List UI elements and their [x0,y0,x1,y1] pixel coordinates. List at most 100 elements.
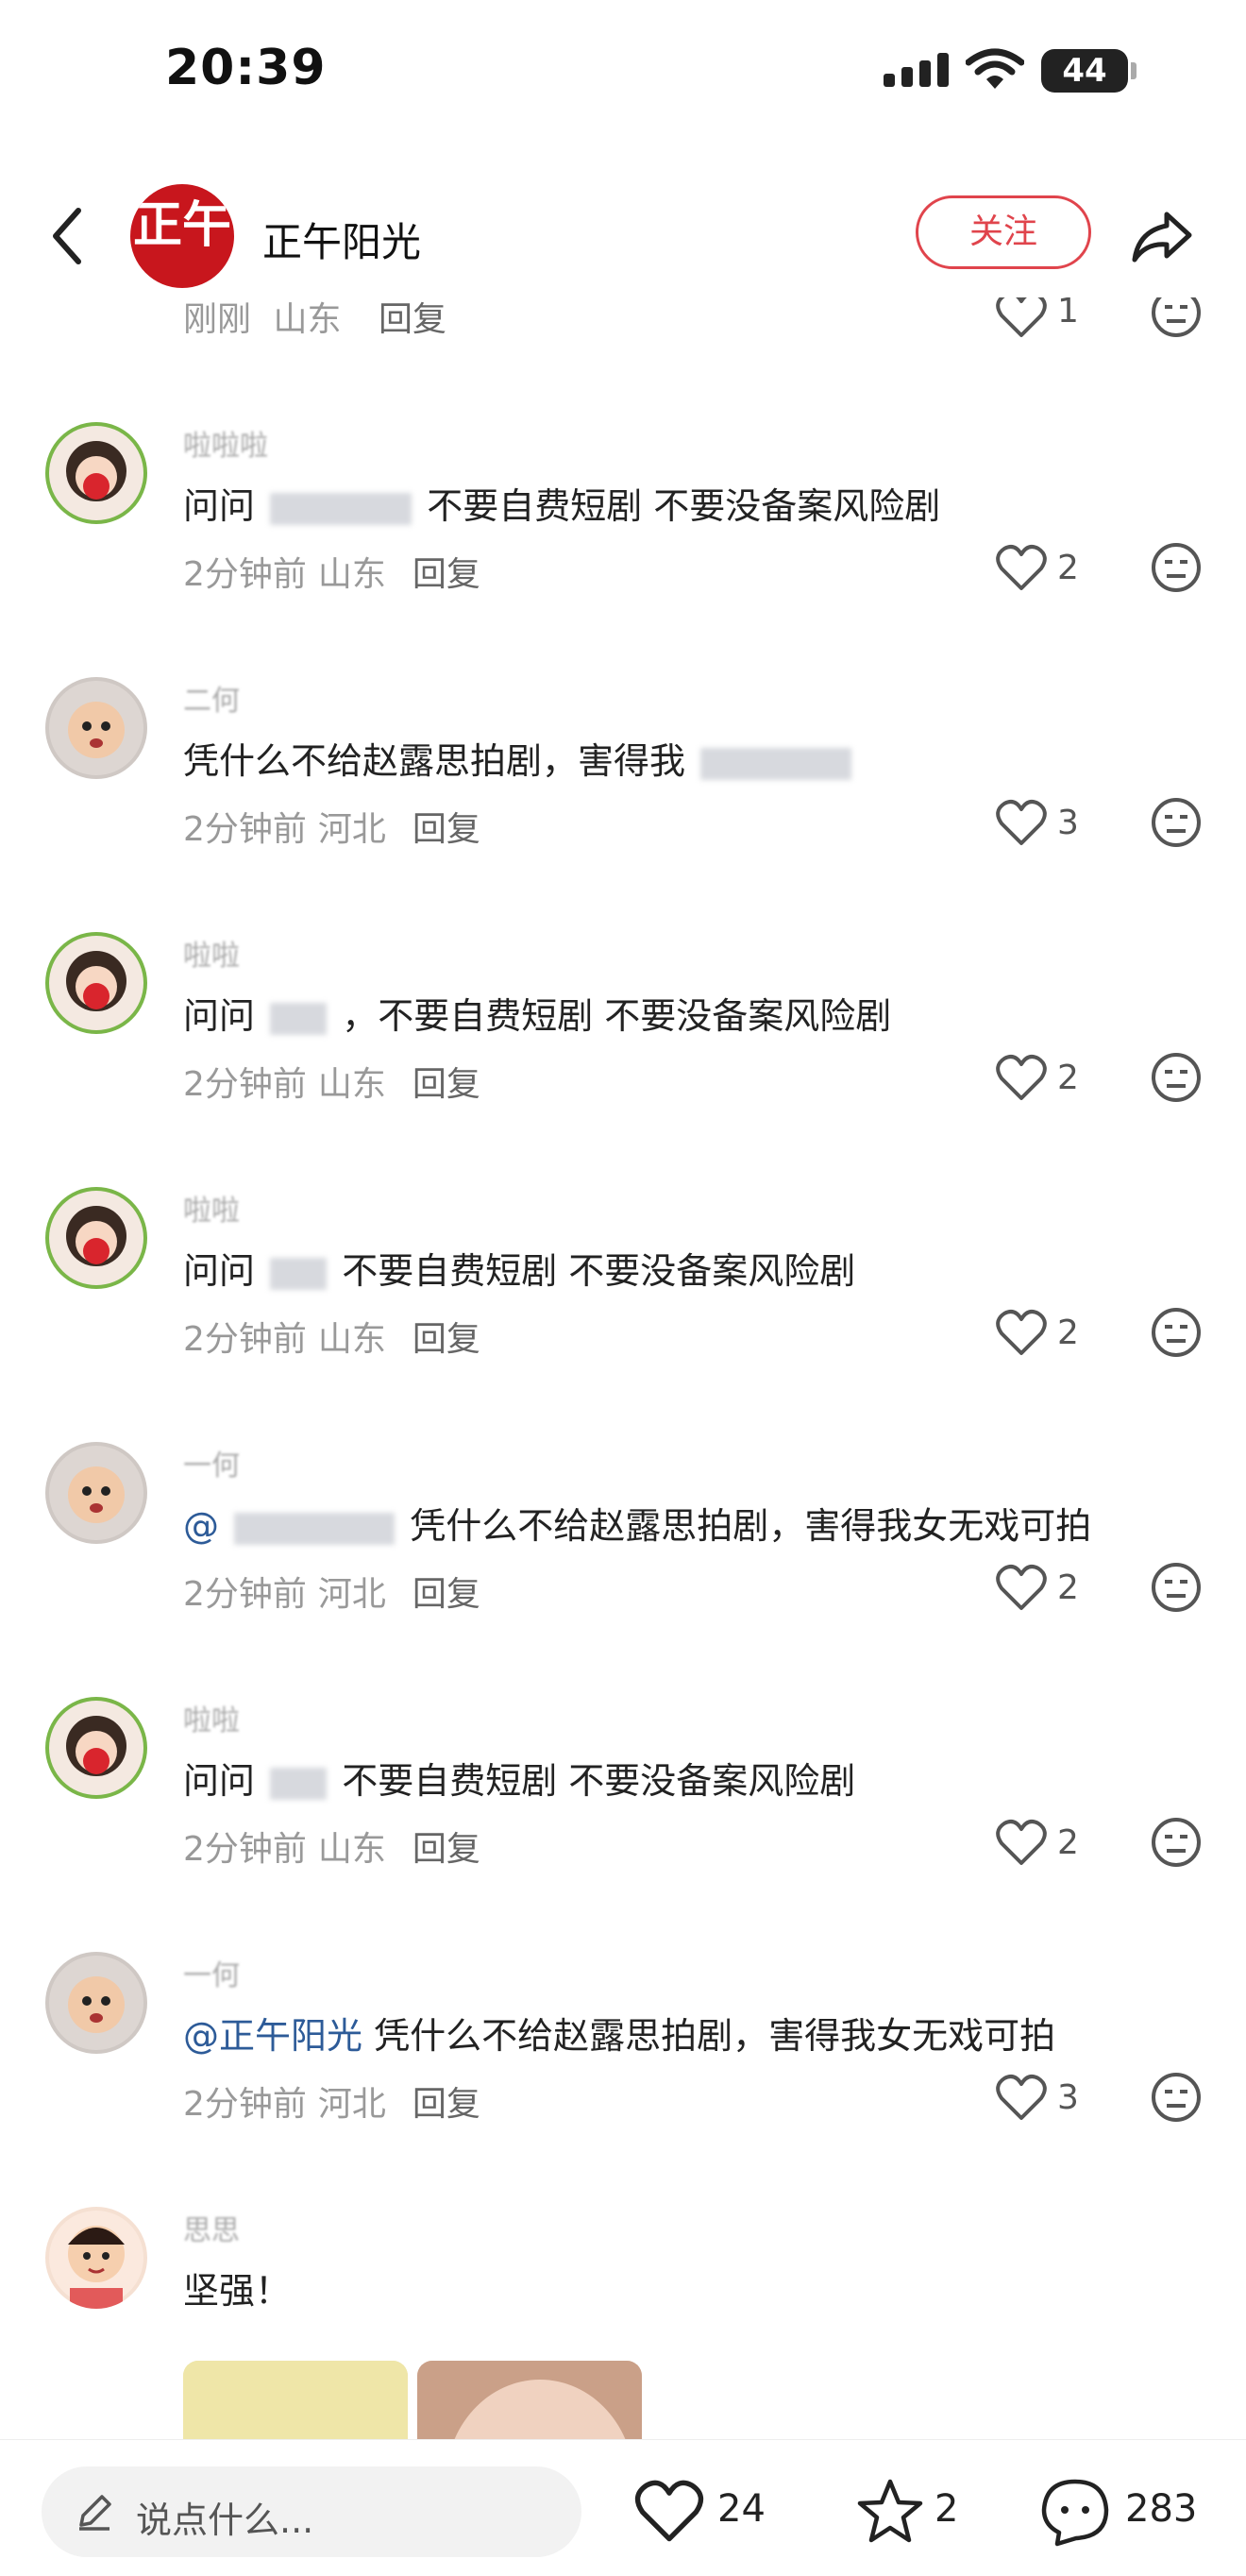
heart-icon[interactable] [995,798,1048,847]
username[interactable]: 二何 [183,677,240,719]
reply-button[interactable]: 回复 [413,555,480,594]
reply-button[interactable]: 回复 [413,1320,480,1359]
avatar[interactable] [45,422,147,524]
username[interactable]: 啦啦啦 [183,422,268,464]
pen-icon [79,2495,111,2531]
reply-button[interactable]: 回复 [413,1830,480,1869]
dislike-face-icon[interactable] [1150,1816,1203,1869]
comment-body: 凭什么不给赵露思拍剧，害得我女无戏可拍 [374,2015,1056,2057]
username[interactable]: 啦啦 [183,932,240,974]
comment-body: 不要自费短剧 不要没备案风险剧 [427,485,941,527]
heart-icon[interactable] [995,543,1048,592]
comment-item: 啦啦 问问 不要自费短剧 不要没备案风险剧 2分钟前 山东 回复 2 [0,1187,1246,1442]
heart-icon[interactable] [995,2073,1048,2122]
avatar[interactable] [45,1187,147,1289]
reply-button[interactable]: 回复 [413,2085,480,2124]
avatar[interactable] [45,677,147,779]
dislike-face-icon[interactable] [1150,2071,1203,2124]
redacted-block [270,1257,328,1290]
comment-meta: 2分钟前 河北 回复 [183,1567,480,1616]
reply-button[interactable]: 回复 [379,300,446,339]
comment-location: 河北 [317,1575,386,1614]
comment-body: ，不要自费短剧 不要没备案风险剧 [342,995,892,1037]
dislike-face-icon[interactable] [1150,1561,1203,1614]
comment-prefix: 问问 [183,1760,256,1802]
comment-time: 2分钟前 [183,555,307,594]
comment-time: 2分钟前 [183,1575,307,1614]
like-count: 2 [1057,1059,1079,1097]
heart-icon[interactable] [632,2478,706,2544]
redacted-block [700,747,852,780]
comment-location: 河北 [317,810,386,849]
comment-meta: 刚刚 山东 回复 [183,297,446,341]
status-bar: 20:39 44 [0,0,1246,142]
avatar[interactable] [45,932,147,1034]
post-header: 正午 正午阳光 关注 [0,175,1246,297]
battery-tip [1131,62,1137,79]
wifi-icon [966,48,1024,89]
comment-prefix: 问问 [183,995,256,1037]
comment-time: 刚刚 [183,300,252,339]
username[interactable]: 一何 [183,1442,240,1483]
username[interactable]: 啦啦 [183,1187,240,1229]
back-icon[interactable] [42,203,99,269]
heart-icon[interactable] [995,1563,1048,1612]
chat-icon[interactable] [1038,2476,1112,2548]
comment-time: 2分钟前 [183,2085,307,2124]
heart-icon[interactable] [995,1308,1048,1357]
avatar[interactable] [45,1442,147,1544]
author-avatar[interactable]: 正午 [130,184,234,288]
avatar[interactable] [45,2207,147,2309]
follow-button[interactable]: 关注 [916,195,1091,269]
comment-text: 问问 不要自费短剧 不要没备案风险剧 [183,1752,855,1804]
avatar[interactable] [45,1697,147,1799]
like-count: 2 [1057,1568,1079,1607]
comment-meta: 2分钟前 山东 回复 [183,1312,480,1361]
author-name[interactable]: 正午阳光 [262,211,421,268]
username[interactable]: 啦啦 [183,1697,240,1738]
heart-icon[interactable] [995,1818,1048,1867]
comment-body: 凭什么不给赵露思拍剧，害得我 [183,740,686,782]
comment-item: 二何 凭什么不给赵露思拍剧，害得我 2分钟前 河北 回复 3 [0,677,1246,932]
like-count: 2 [1057,1823,1079,1862]
comment-meta: 2分钟前 河北 回复 [183,2076,480,2126]
dislike-face-icon[interactable] [1150,297,1203,339]
share-icon[interactable] [1129,203,1195,269]
reply-button[interactable]: 回复 [413,1065,480,1104]
username[interactable]: 思思 [183,2207,240,2248]
mention-link[interactable]: @正午阳光 [183,2015,362,2057]
comment-body: 不要自费短剧 不要没备案风险剧 [342,1760,856,1802]
dislike-face-icon[interactable] [1150,541,1203,594]
dislike-face-icon[interactable] [1150,1051,1203,1104]
comment-item: 一何 @ 凭什么不给赵露思拍剧，害得我女无戏可拍 2分钟前 河北 回复 2 [0,1442,1246,1697]
comment-item: 啦啦啦 问问 不要自费短剧 不要没备案风险剧 2分钟前 山东 回复 2 [0,422,1246,677]
reply-button[interactable]: 回复 [413,1575,480,1614]
comment-text: 问问 ，不要自费短剧 不要没备案风险剧 [183,987,891,1039]
like-count: 2 [1057,549,1079,587]
battery-indicator: 44 [1041,49,1128,93]
comment-input[interactable]: 说点什么... [42,2466,581,2557]
avatar[interactable] [45,1952,147,2054]
reply-button[interactable]: 回复 [413,810,480,849]
comment-meta: 2分钟前 山东 回复 [183,1057,480,1106]
comment-item: 啦啦 问问 ，不要自费短剧 不要没备案风险剧 2分钟前 山东 回复 2 [0,932,1246,1187]
redacted-block [270,1767,328,1800]
heart-icon[interactable] [995,1053,1048,1102]
dislike-face-icon[interactable] [1150,1306,1203,1359]
comment-prefix: 问问 [183,1250,256,1292]
mention-link[interactable]: @ [183,1505,219,1547]
heart-icon[interactable] [995,297,1048,339]
username[interactable]: 一何 [183,1952,240,1993]
star-icon[interactable] [854,2476,926,2548]
comment-text: 凭什么不给赵露思拍剧，害得我 [183,732,855,784]
comment-time: 2分钟前 [183,810,307,849]
avatar-logo-text: 正午 [132,196,231,254]
comment-meta: 2分钟前 山东 回复 [183,547,480,596]
comment-input-placeholder: 说点什么... [136,2500,314,2541]
comment-location: 河北 [317,2085,386,2124]
comment-text: 问问 不要自费短剧 不要没备案风险剧 [183,1242,855,1294]
like-count: 3 [1057,804,1079,842]
dislike-face-icon[interactable] [1150,796,1203,849]
comment-location: 山东 [273,300,342,339]
comment-location: 山东 [317,1065,386,1104]
